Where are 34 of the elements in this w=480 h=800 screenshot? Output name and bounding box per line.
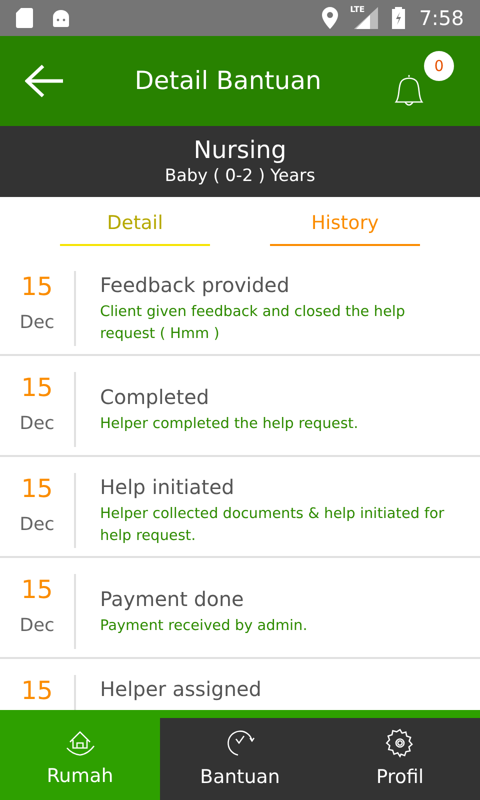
battery-charging-icon [392,7,406,29]
event-description: Payment received by admin. [100,617,308,636]
event-title: Feedback provided [100,272,290,299]
date-day: 15 [21,270,53,302]
sd-card-icon [16,8,33,28]
date-month: Dec [20,412,54,436]
event-description: Helper collected documents & help initiated for help request. [100,505,446,546]
screen-title: Detail Bantuan [134,65,322,98]
clock-time: 7:58 [419,5,464,32]
nav-tab[interactable]: Rumah [0,718,160,800]
tab[interactable]: Detail [60,209,210,246]
android-icon [51,9,71,27]
notification-count: 0 [424,51,454,81]
category-title: Nursing [194,136,286,164]
date-month: Dec [20,512,54,536]
event-title: Helper assigned [100,676,263,702]
event-description: Helper completed the help request. [100,415,360,434]
category-subtitle: Baby ( 0-2 ) Years [164,164,316,188]
date-day: 15 [21,574,53,606]
back-arrow-icon [25,64,63,98]
date-day: 15 [21,674,53,706]
date-month: Dec [20,614,54,638]
network-type: LTE [350,4,365,16]
event-title: Help initiated [100,474,236,501]
event-description: Client given feedback and closed the help request ( Hmm ) [100,303,406,344]
notification-button[interactable]: 0 [392,51,456,111]
tab[interactable]: History [270,209,420,246]
event-title: Payment done [100,586,245,613]
settings-icon [384,726,416,759]
location-icon [322,7,338,29]
date-month: Dec [20,310,54,334]
date-day: 15 [21,372,53,404]
event-title: Completed [100,384,210,411]
date-day: 15 [21,472,53,504]
